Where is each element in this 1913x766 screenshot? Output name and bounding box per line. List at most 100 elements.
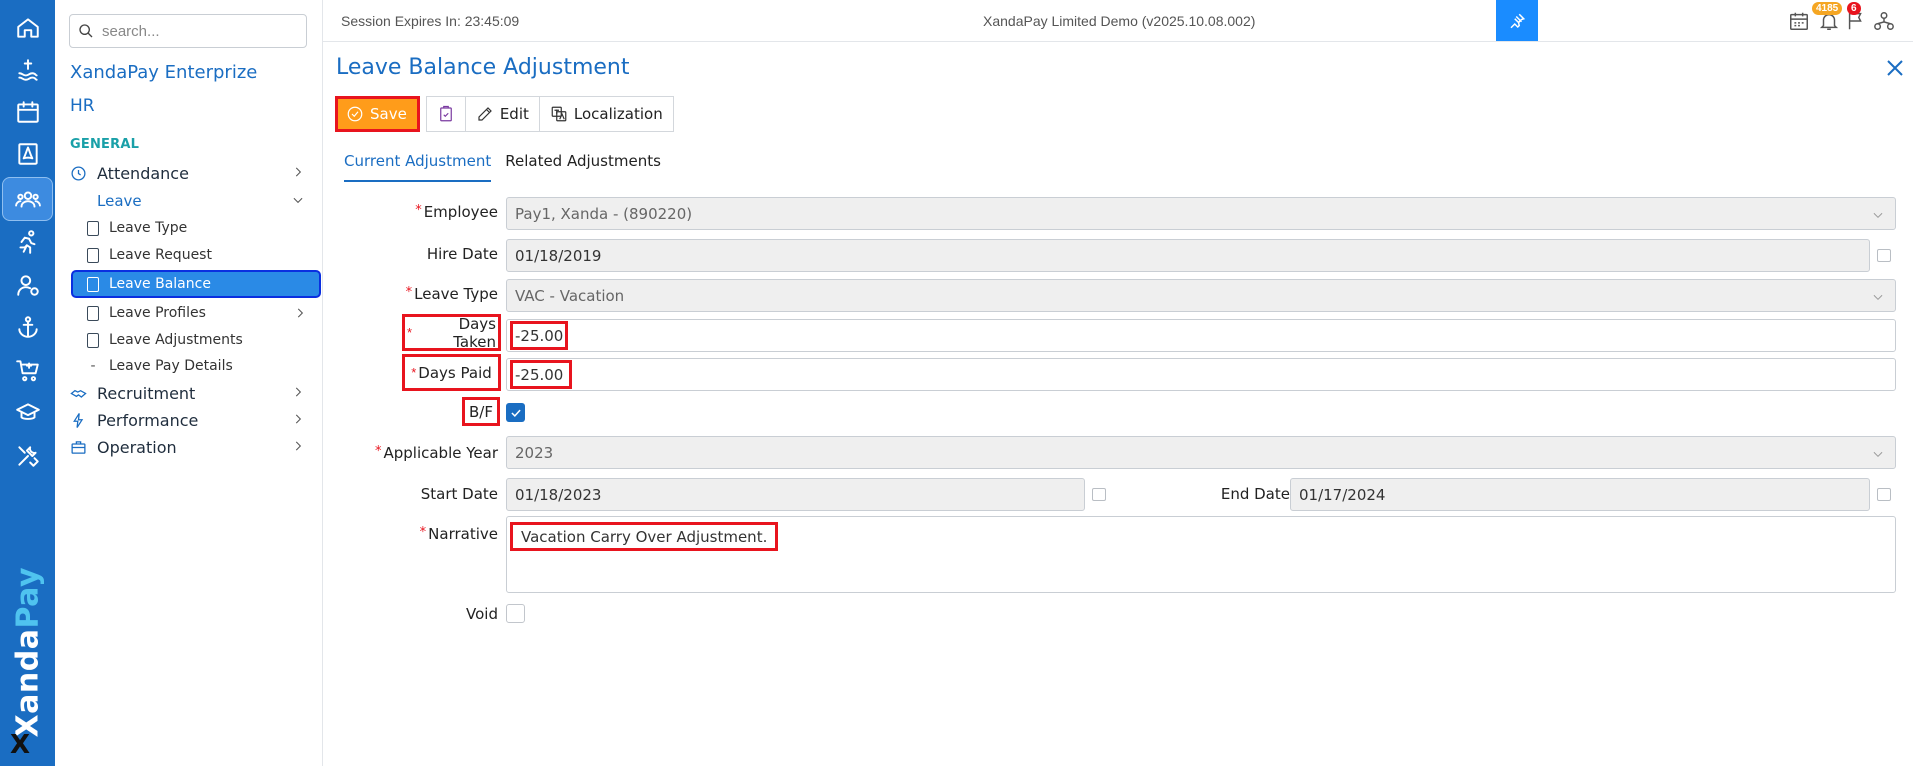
localization-label: Localization: [573, 105, 663, 123]
nav-label: Attendance: [97, 163, 189, 183]
checkmark-icon: [510, 409, 521, 417]
side-navigation: XandaPay Enterprize HR GENERAL Attendanc…: [55, 0, 323, 766]
narrative-value: Vacation Carry Over Adjustment.: [510, 522, 779, 551]
home-icon[interactable]: [0, 8, 55, 48]
applicable-year-select[interactable]: 2023: [506, 436, 1896, 469]
tab-related-adjustments[interactable]: Related Adjustments: [505, 152, 661, 182]
calendar-icon[interactable]: [0, 92, 55, 132]
nav-label: Operation: [97, 437, 177, 457]
graduation-icon[interactable]: [0, 393, 55, 433]
nav-leave-profiles[interactable]: Leave Profiles: [87, 300, 321, 326]
end-date-value: 01/17/2024: [1299, 485, 1386, 504]
days-taken-label: * Days Taken: [402, 314, 501, 351]
hire-date-field[interactable]: 01/18/2019: [506, 239, 1870, 272]
payroll-icon[interactable]: [0, 50, 55, 90]
clipboard-button[interactable]: [425, 96, 466, 132]
narrative-textarea[interactable]: Vacation Carry Over Adjustment.: [506, 516, 1896, 593]
nav-leave[interactable]: Leave: [97, 188, 319, 214]
cart-icon[interactable]: [0, 350, 55, 390]
anchor-icon[interactable]: [0, 307, 55, 347]
nav-label: Leave Adjustments: [109, 332, 243, 348]
toolbar: Save Edit Localization: [335, 96, 674, 132]
pdf-icon[interactable]: [0, 134, 55, 174]
hire-date-value: 01/18/2019: [515, 246, 602, 265]
close-button[interactable]: [1885, 58, 1905, 78]
nav-performance[interactable]: Performance: [69, 407, 319, 433]
chevron-right-icon: [291, 165, 305, 179]
brand-name: Xanda: [10, 628, 46, 738]
section-header: GENERAL: [70, 137, 140, 152]
days-paid-value: -25.00: [510, 360, 572, 389]
chevron-right-icon: [291, 439, 305, 453]
notification-badge: 4185: [1812, 2, 1843, 15]
search-box[interactable]: [69, 14, 307, 48]
employee-value: Pay1, Xanda - (890220): [515, 204, 693, 223]
nav-operation[interactable]: Operation: [69, 434, 319, 460]
hr-people-icon[interactable]: [2, 177, 53, 221]
leave-type-select[interactable]: VAC - Vacation: [506, 279, 1896, 312]
nav-leave-request[interactable]: Leave Request: [87, 242, 321, 268]
user-settings-icon[interactable]: [0, 265, 55, 305]
narrative-label: * Narrative: [419, 525, 498, 543]
employee-label: * Employee: [415, 203, 498, 221]
calendar-icon[interactable]: [1877, 488, 1891, 501]
end-date-label: End Date: [1220, 485, 1290, 503]
document-icon: [87, 276, 99, 292]
lightning-icon: [69, 411, 87, 429]
nav-leave-type[interactable]: Leave Type: [87, 215, 321, 241]
days-paid-label: * Days Paid: [402, 354, 501, 391]
bf-checkbox[interactable]: [506, 403, 525, 422]
calendar-icon[interactable]: [1877, 249, 1891, 262]
document-icon: [87, 332, 99, 348]
session-timer: Session Expires In: 23:45:09: [341, 13, 520, 29]
document-icon: [87, 220, 99, 236]
check-circle-icon: [347, 106, 363, 122]
running-icon[interactable]: [0, 222, 55, 262]
dash-icon: -: [90, 358, 96, 374]
org-chart-icon[interactable]: [1873, 10, 1897, 34]
document-icon: [87, 247, 99, 263]
clipboard-check-icon: [439, 105, 452, 122]
org-title: XandaPay Enterprize: [70, 62, 258, 83]
chevron-right-icon: [293, 306, 307, 324]
save-label: Save: [370, 105, 407, 123]
nav-recruitment[interactable]: Recruitment: [69, 380, 319, 406]
employee-select[interactable]: Pay1, Xanda - (890220): [506, 197, 1896, 230]
start-date-value: 01/18/2023: [515, 485, 602, 504]
flag-badge: 6: [1847, 2, 1861, 15]
search-input[interactable]: [102, 22, 302, 40]
nav-attendance[interactable]: Attendance: [69, 160, 319, 186]
handshake-icon: [69, 384, 87, 402]
chevron-right-icon: [291, 412, 305, 426]
edit-button[interactable]: Edit: [464, 96, 540, 132]
pin-button[interactable]: [1496, 0, 1538, 41]
days-paid-input[interactable]: -25.00: [506, 358, 1896, 391]
tab-current-adjustment[interactable]: Current Adjustment: [344, 152, 492, 182]
chevron-down-icon: [291, 193, 305, 207]
nav-label: Leave: [97, 192, 142, 210]
brand-mark-icon: X: [10, 730, 31, 760]
days-taken-input[interactable]: -25.00: [506, 319, 1896, 352]
tools-icon[interactable]: [0, 436, 55, 476]
tab-bar: Current Adjustment Related Adjustments: [344, 152, 675, 182]
calendar-icon[interactable]: [1092, 488, 1106, 501]
start-date-label: Start Date: [420, 485, 498, 503]
nav-leave-adjustments[interactable]: Leave Adjustments: [87, 327, 321, 353]
leave-type-value: VAC - Vacation: [515, 286, 625, 305]
localization-button[interactable]: Localization: [538, 96, 674, 132]
calendar-top-icon[interactable]: [1788, 10, 1812, 34]
nav-label: Recruitment: [97, 383, 196, 403]
module-title: HR: [70, 96, 95, 116]
start-date-field[interactable]: 01/18/2023: [506, 478, 1085, 511]
hire-date-label: Hire Date: [426, 245, 498, 263]
bf-label: B/F: [462, 397, 500, 426]
nav-leave-pay-details[interactable]: - Leave Pay Details: [87, 353, 321, 379]
end-date-field[interactable]: 01/17/2024: [1290, 478, 1870, 511]
document-icon: [87, 305, 99, 321]
nav-leave-balance[interactable]: Leave Balance: [71, 270, 321, 298]
pin-icon: [1510, 13, 1526, 28]
nav-label: Leave Balance: [109, 276, 211, 292]
nav-label: Leave Request: [109, 247, 212, 263]
save-button[interactable]: Save: [335, 96, 420, 132]
void-checkbox[interactable]: [506, 604, 525, 623]
